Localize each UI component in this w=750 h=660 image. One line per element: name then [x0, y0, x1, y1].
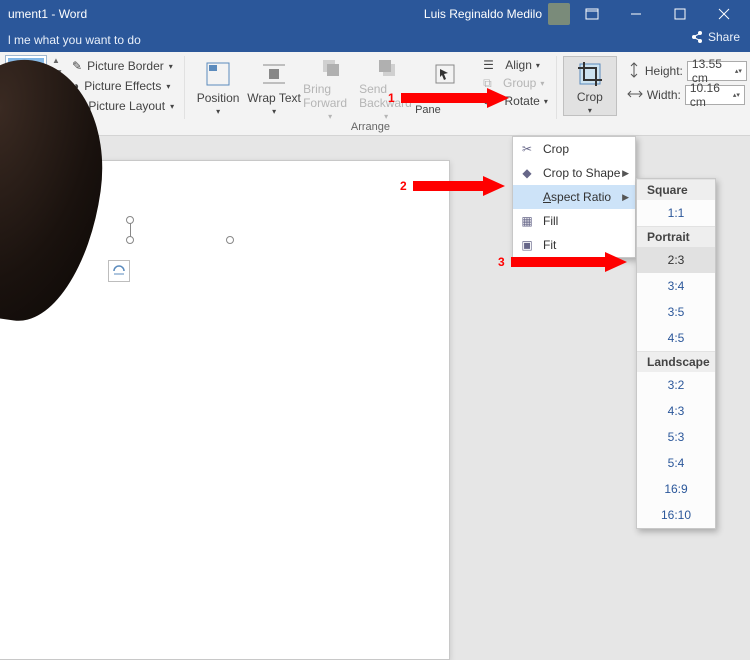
tell-me-bar[interactable]: l me what you want to do Share: [0, 28, 750, 52]
bring-forward-icon: [314, 54, 346, 80]
arrange-group-label: Arrange: [185, 121, 556, 133]
crop-dropdown-menu: ✂Crop ◆Crop to Shape▶ Aspect Ratio▶ ▦Fil…: [512, 136, 636, 258]
user-name: Luis Reginaldo Medilo: [424, 7, 542, 21]
ratio-16-10[interactable]: 16:10: [637, 502, 715, 528]
share-button[interactable]: Share: [690, 30, 740, 44]
align-button[interactable]: ☰ Align ▾: [481, 56, 550, 74]
resize-handle-ne[interactable]: [226, 236, 234, 244]
tell-me-text: l me what you want to do: [8, 33, 141, 47]
position-icon: [202, 58, 234, 89]
crop-button[interactable]: Crop▾: [563, 56, 617, 116]
ratio-4-3[interactable]: 4:3: [637, 398, 715, 424]
ratio-2-3[interactable]: 2:3: [637, 247, 715, 273]
ribbon: ▲▼ ✎Picture Border ▾ ◑Picture Effects ▾ …: [0, 52, 750, 136]
user-account[interactable]: Luis Reginaldo Medilo: [424, 3, 570, 25]
ribbon-display-button[interactable]: [570, 0, 614, 28]
layout-options-button[interactable]: [108, 260, 130, 282]
ratio-5-4[interactable]: 5:4: [637, 450, 715, 476]
wrap-text-button[interactable]: Wrap Text▾: [247, 56, 301, 116]
ratio-5-3[interactable]: 5:3: [637, 424, 715, 450]
send-backward-icon: [370, 54, 402, 80]
share-icon: [690, 30, 704, 44]
ratio-16-9[interactable]: 16:9: [637, 476, 715, 502]
height-spinner[interactable]: ▴▾: [735, 69, 742, 74]
height-input[interactable]: 13.55 cm▴▾: [687, 61, 747, 81]
height-icon: [627, 62, 641, 81]
width-spinner[interactable]: ▴▾: [733, 93, 740, 98]
wrap-text-icon: [258, 58, 290, 89]
ratio-3-4[interactable]: 3:4: [637, 273, 715, 299]
annotation-2: 2: [400, 174, 505, 198]
picture-border-button[interactable]: ✎Picture Border ▾: [68, 56, 178, 76]
menu-fill[interactable]: ▦Fill: [513, 209, 635, 233]
crop-icon: [574, 59, 606, 88]
height-row: Height: 13.55 cm▴▾: [625, 62, 749, 80]
pencil-icon: ✎: [72, 59, 82, 73]
ratio-3-2[interactable]: 3:2: [637, 372, 715, 398]
ratio-1-1[interactable]: 1:1: [637, 200, 715, 226]
width-icon: [627, 87, 643, 104]
width-row: Width: 10.16 cm▴▾: [625, 86, 749, 104]
ratio-4-5[interactable]: 4:5: [637, 325, 715, 351]
annotation-3: 3: [498, 250, 627, 274]
maximize-button[interactable]: [658, 0, 702, 28]
menu-crop[interactable]: ✂Crop: [513, 137, 635, 161]
title-bar: ument1 - Word Luis Reginaldo Medilo: [0, 0, 750, 28]
menu-aspect-ratio[interactable]: Aspect Ratio▶: [513, 185, 635, 209]
fill-icon: ▦: [519, 214, 535, 228]
rotate-handle[interactable]: [126, 216, 134, 224]
ratio-header-portrait: Portrait: [637, 226, 715, 247]
arrow-icon: [411, 174, 505, 198]
align-icon: ☰: [483, 58, 494, 72]
ratio-header-landscape: Landscape: [637, 351, 715, 372]
bring-forward-button[interactable]: Bring Forward▾: [303, 56, 357, 116]
resize-handle-n[interactable]: [126, 236, 134, 244]
ratio-3-5[interactable]: 3:5: [637, 299, 715, 325]
position-button[interactable]: Position▾: [191, 56, 245, 116]
arrow-icon: [399, 86, 509, 110]
crop-icon: ✂: [519, 142, 535, 156]
window-title: ument1 - Word: [4, 7, 87, 21]
menu-crop-to-shape[interactable]: ◆Crop to Shape▶: [513, 161, 635, 185]
annotation-1: 1: [388, 86, 509, 110]
close-button[interactable]: [702, 0, 746, 28]
width-input[interactable]: 10.16 cm▴▾: [685, 85, 745, 105]
arrow-icon: [509, 250, 627, 274]
picture-effects-button[interactable]: ◑Picture Effects ▾: [68, 76, 178, 96]
aspect-ratio-submenu: Square 1:1 Portrait 2:3 3:4 3:5 4:5 Land…: [636, 178, 716, 529]
shape-icon: ◆: [519, 166, 535, 180]
user-avatar-icon: [548, 3, 570, 25]
ratio-header-square: Square: [637, 179, 715, 200]
minimize-button[interactable]: [614, 0, 658, 28]
